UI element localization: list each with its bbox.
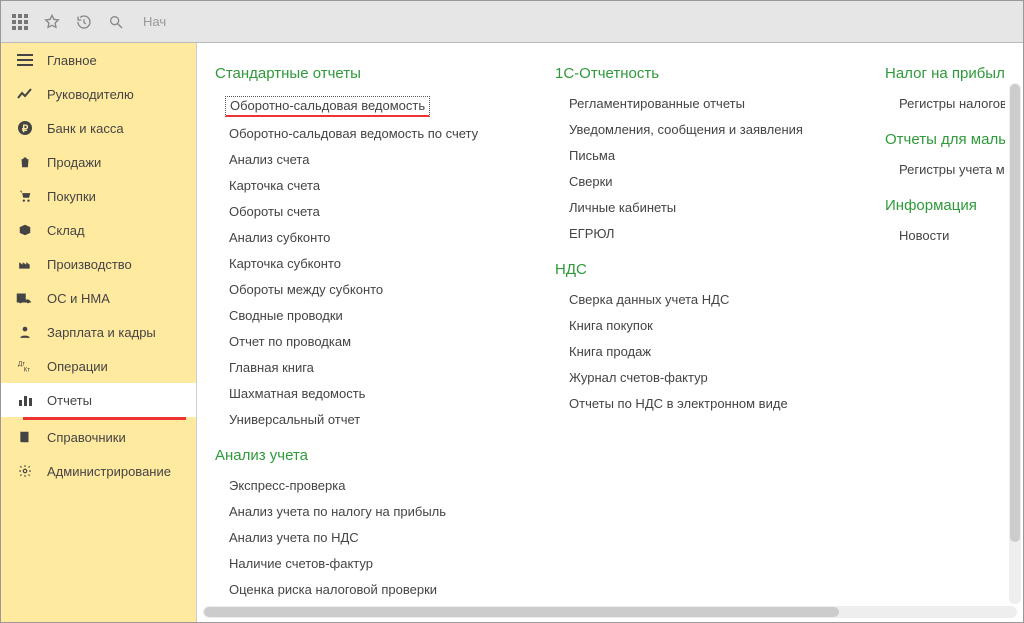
- link-tax-registers[interactable]: Регистры налогового учета: [885, 96, 1005, 111]
- person-icon: [13, 323, 37, 341]
- book-icon: [13, 428, 37, 446]
- sidebar-item-label: Покупки: [47, 189, 96, 204]
- link-summary-entries[interactable]: Сводные проводки: [215, 308, 515, 323]
- section-title-info: Информация: [885, 197, 1005, 214]
- sidebar-item-label: Справочники: [47, 430, 126, 445]
- link-sales-book[interactable]: Книга продаж: [555, 344, 845, 359]
- toolbar-hint: Нач: [143, 14, 166, 29]
- sidebar-item-label: Склад: [47, 223, 85, 238]
- link-cabinets[interactable]: Личные кабинеты: [555, 200, 845, 215]
- link-vat-electronic[interactable]: Отчеты по НДС в электронном виде: [555, 396, 845, 411]
- link-purchase-book[interactable]: Книга покупок: [555, 318, 845, 333]
- sidebar-item-label: Зарплата и кадры: [47, 325, 156, 340]
- sidebar-item-assets[interactable]: ОС и НМА: [1, 281, 196, 315]
- sidebar-item-label: ОС и НМА: [47, 291, 110, 306]
- link-subconto-card[interactable]: Карточка субконто: [215, 256, 515, 271]
- sidebar-item-sales[interactable]: Продажи: [1, 145, 196, 179]
- star-icon[interactable]: [41, 11, 63, 33]
- section-title-small: Отчеты для малых предпр: [885, 131, 1005, 148]
- link-subconto-turnover[interactable]: Обороты между субконто: [215, 282, 515, 297]
- box-icon: [13, 221, 37, 239]
- sidebar-item-label: Отчеты: [47, 393, 92, 408]
- sidebar-item-operations[interactable]: ДтКт Операции: [1, 349, 196, 383]
- link-account-analysis[interactable]: Анализ счета: [215, 152, 515, 167]
- link-express-check[interactable]: Экспресс-проверка: [215, 478, 515, 493]
- link-subconto-analysis[interactable]: Анализ субконто: [215, 230, 515, 245]
- link-tax-risk[interactable]: Оценка риска налоговой проверки: [215, 582, 515, 597]
- sidebar-item-main[interactable]: Главное: [1, 43, 196, 77]
- sidebar-item-reports[interactable]: Отчеты: [1, 383, 196, 417]
- sidebar-item-label: Производство: [47, 257, 132, 272]
- link-profit-tax-analysis[interactable]: Анализ учета по налогу на прибыль: [215, 504, 515, 519]
- section-title-analysis: Анализ учета: [215, 447, 515, 464]
- toolbar: Нач: [1, 1, 1023, 43]
- link-news[interactable]: Новости: [885, 228, 1005, 243]
- link-entries-report[interactable]: Отчет по проводкам: [215, 334, 515, 349]
- ops-icon: ДтКт: [13, 357, 37, 375]
- sidebar-item-production[interactable]: Производство: [1, 247, 196, 281]
- sidebar-item-label: Руководителю: [47, 87, 134, 102]
- sidebar-item-bank[interactable]: ₽ Банк и касса: [1, 111, 196, 145]
- link-account-card[interactable]: Карточка счета: [215, 178, 515, 193]
- link-regulated-reports[interactable]: Регламентированные отчеты: [555, 96, 845, 111]
- link-letters[interactable]: Письма: [555, 148, 845, 163]
- link-vat-reconcile[interactable]: Сверка данных учета НДС: [555, 292, 845, 307]
- sidebar-item-hr[interactable]: Зарплата и кадры: [1, 315, 196, 349]
- link-general-ledger[interactable]: Главная книга: [215, 360, 515, 375]
- link-chess-sheet[interactable]: Шахматная ведомость: [215, 386, 515, 401]
- link-vat-analysis[interactable]: Анализ учета по НДС: [215, 530, 515, 545]
- bag-icon: [13, 153, 37, 171]
- svg-text:₽: ₽: [22, 124, 29, 135]
- link-osv[interactable]: Оборотно-сальдовая ведомость: [225, 96, 430, 117]
- link-osv-account[interactable]: Оборотно-сальдовая ведомость по счету: [215, 126, 515, 141]
- sidebar-item-admin[interactable]: Администрирование: [1, 454, 196, 488]
- sidebar-item-label: Администрирование: [47, 464, 171, 479]
- sidebar-item-label: Операции: [47, 359, 108, 374]
- app-window: Нач Главное Руководителю ₽ Банк и касса П…: [0, 0, 1024, 623]
- horizontal-scrollbar[interactable]: [203, 606, 1017, 618]
- link-account-turnover[interactable]: Обороты счета: [215, 204, 515, 219]
- sidebar-item-label: Банк и касса: [47, 121, 124, 136]
- history-icon[interactable]: [73, 11, 95, 33]
- link-invoices-presence[interactable]: Наличие счетов-фактур: [215, 556, 515, 571]
- link-universal-report[interactable]: Универсальный отчет: [215, 412, 515, 427]
- sidebar-item-purchases[interactable]: Покупки: [1, 179, 196, 213]
- link-notifications[interactable]: Уведомления, сообщения и заявления: [555, 122, 845, 137]
- sidebar-item-label: Главное: [47, 53, 97, 68]
- section-title-profit: Налог на прибыль: [885, 65, 1005, 82]
- sidebar: Главное Руководителю ₽ Банк и касса Прода…: [1, 43, 197, 622]
- vertical-scrollbar[interactable]: [1009, 83, 1021, 604]
- bars-icon: [13, 391, 37, 409]
- link-egrul[interactable]: ЕГРЮЛ: [555, 226, 845, 241]
- link-invoice-journal[interactable]: Журнал счетов-фактур: [555, 370, 845, 385]
- link-small-registers[interactable]: Регистры учета малых пред: [885, 162, 1005, 177]
- ruble-icon: ₽: [13, 119, 37, 137]
- apps-icon[interactable]: [9, 11, 31, 33]
- search-icon[interactable]: [105, 11, 127, 33]
- cart-icon: [13, 187, 37, 205]
- section-title-vat: НДС: [555, 261, 845, 278]
- chart-icon: [13, 85, 37, 103]
- section-title-1c: 1С-Отчетность: [555, 65, 845, 82]
- svg-text:Кт: Кт: [24, 367, 31, 373]
- section-title-standard: Стандартные отчеты: [215, 65, 515, 82]
- link-reconciliations[interactable]: Сверки: [555, 174, 845, 189]
- sidebar-item-catalogs[interactable]: Справочники: [1, 420, 196, 454]
- sidebar-item-manager[interactable]: Руководителю: [1, 77, 196, 111]
- sidebar-item-label: Продажи: [47, 155, 101, 170]
- sidebar-item-warehouse[interactable]: Склад: [1, 213, 196, 247]
- truck-icon: [13, 289, 37, 307]
- factory-icon: [13, 255, 37, 273]
- gear-icon: [13, 462, 37, 480]
- menu-icon: [13, 51, 37, 69]
- content-panel: Стандартные отчеты Оборотно-сальдовая ве…: [197, 43, 1023, 622]
